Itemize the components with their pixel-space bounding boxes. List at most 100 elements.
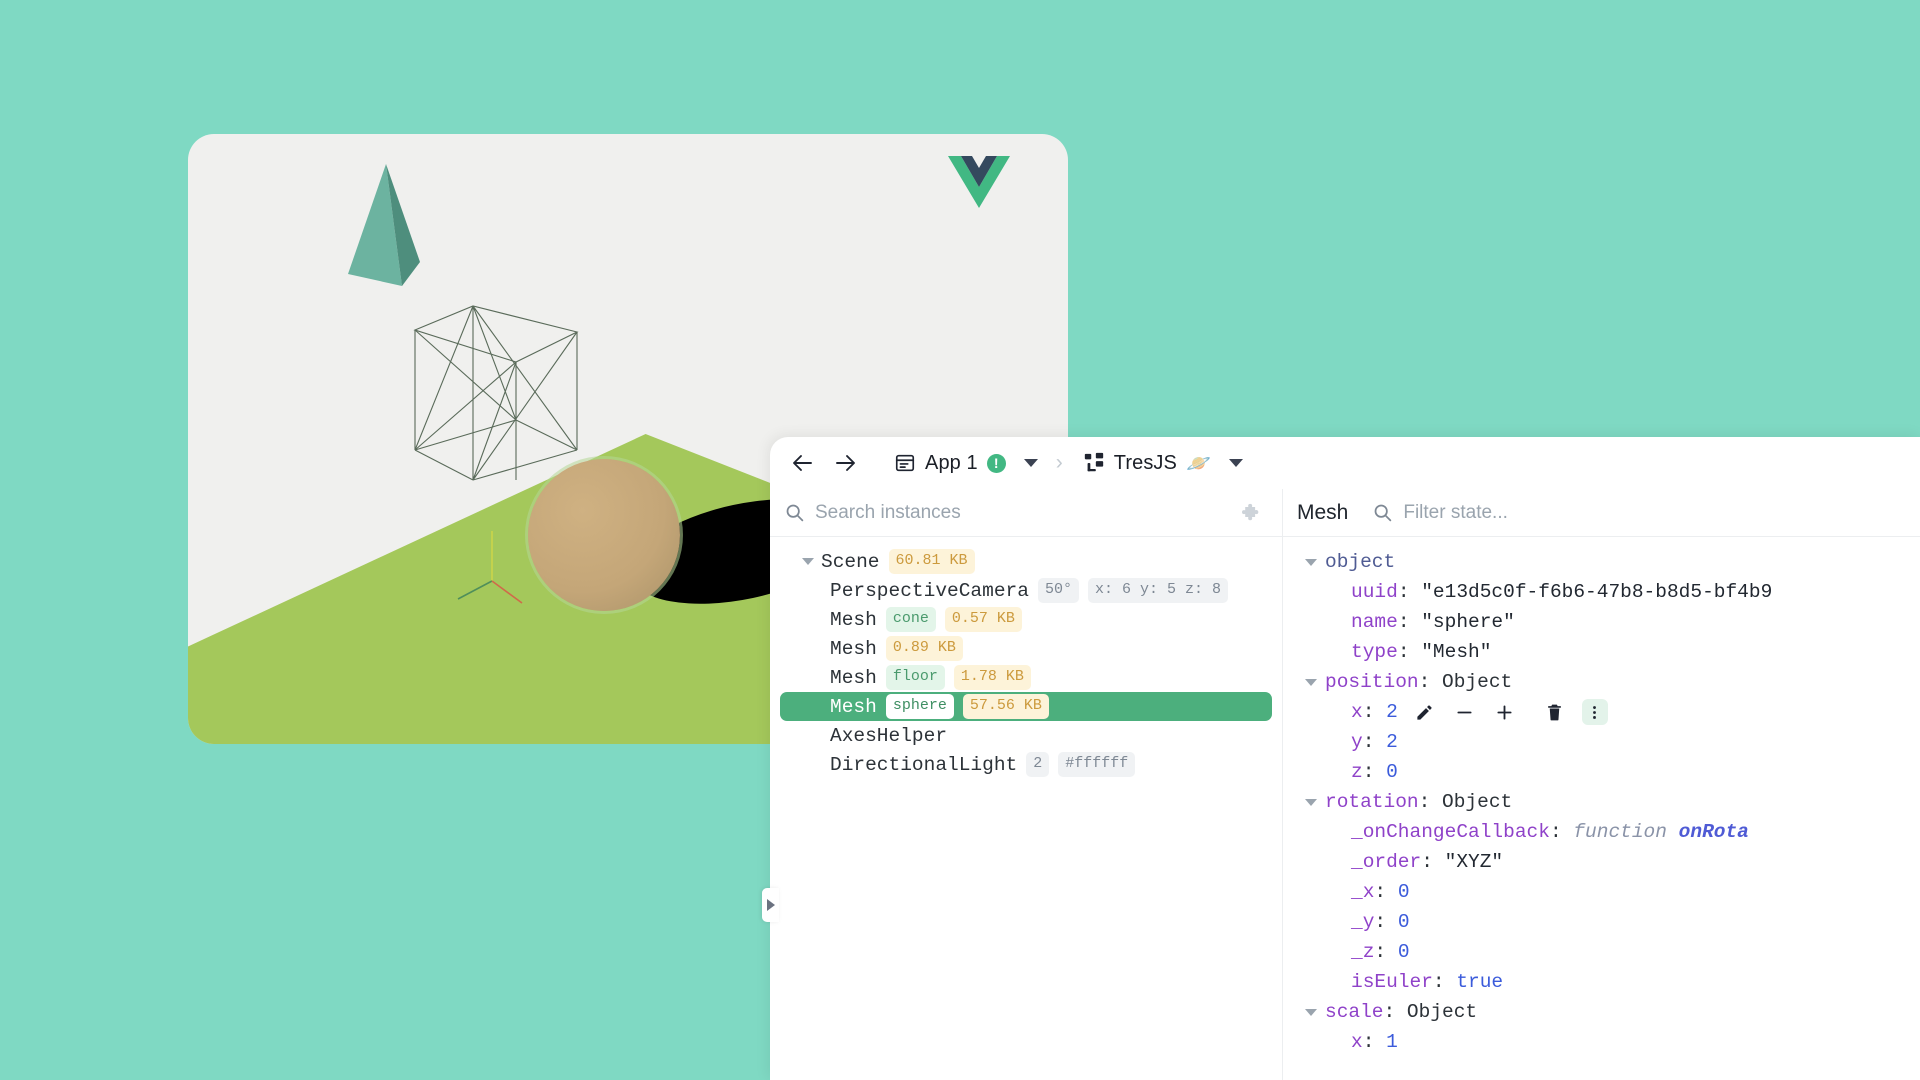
state-colon: : — [1362, 731, 1387, 753]
state-row-uuid: uuid: "e13d5c0f-f6b6-47b8-b8d5-bf4b9 — [1283, 577, 1920, 607]
state-colon: : — [1397, 581, 1422, 603]
state-value: Object — [1406, 1001, 1478, 1023]
state-key: type — [1351, 641, 1398, 663]
tree-node-label: Mesh — [830, 666, 877, 689]
state-key: isEuler — [1351, 971, 1433, 993]
component-tree-icon — [1084, 452, 1103, 472]
state-inspector-panel: Mesh object uuid: "e13d5c0f-f6b6-47b8-b8d… — [1283, 489, 1920, 1080]
search-instances-input[interactable] — [815, 501, 1226, 524]
tree-node-mesh[interactable]: Mesh sphere 57.56 KB — [780, 692, 1272, 721]
instance-search-row — [770, 489, 1282, 537]
cube-wireframe-svg — [413, 305, 579, 481]
tree-node-tag-plain: x: 6 y: 5 z: 8 — [1087, 578, 1228, 603]
state-twisty-icon[interactable] — [1305, 558, 1317, 566]
instance-tree-body[interactable]: Scene 60.81 KB PerspectiveCamera 50° x: 6 y:… — [770, 537, 1282, 1080]
state-colon: : — [1374, 911, 1398, 933]
arrow-right-icon — [836, 455, 855, 471]
plugin-settings-button[interactable] — [1236, 497, 1268, 529]
state-row-rotation: rotation: Object — [1283, 787, 1920, 817]
more-options-icon[interactable] — [1581, 699, 1608, 725]
state-row-z: z: 0 — [1283, 757, 1920, 787]
filter-state-input[interactable] — [1403, 501, 1906, 524]
filter-search-icon — [1374, 504, 1392, 522]
state-twisty-icon[interactable] — [1305, 678, 1317, 686]
arrow-left-icon — [793, 455, 812, 471]
state-colon: : — [1397, 611, 1422, 633]
app-label: App 1 — [925, 451, 978, 474]
tree-node-label: Mesh — [830, 608, 877, 631]
state-row-y: y: 2 — [1283, 727, 1920, 757]
state-colon: : — [1374, 881, 1398, 903]
delete-icon[interactable] — [1542, 699, 1568, 725]
breadcrumb-plugin[interactable]: TresJS 🪐 — [1075, 446, 1219, 481]
tree-node-tag-name: sphere — [885, 694, 954, 719]
tree-node-label: Scene — [821, 550, 880, 573]
edit-icon[interactable] — [1412, 699, 1438, 725]
cone-mesh — [338, 162, 458, 302]
tree-node-scene[interactable]: Scene 60.81 KB — [780, 547, 1272, 576]
state-key: name — [1351, 611, 1398, 633]
tree-node-perspectivecamera[interactable]: PerspectiveCamera 50° x: 6 y: 5 z: 8 — [780, 576, 1272, 605]
state-row-x: x: 1 — [1283, 1027, 1920, 1057]
app-window-icon — [895, 454, 915, 472]
tree-node-axeshelper[interactable]: AxesHelper — [780, 721, 1272, 750]
tree-node-label: Mesh — [830, 637, 877, 660]
app-dropdown-caret[interactable] — [1023, 459, 1038, 467]
state-row-object: object — [1283, 547, 1920, 577]
state-row-isEuler: isEuler: true — [1283, 967, 1920, 997]
state-twisty-icon[interactable] — [1305, 798, 1317, 806]
cone-mesh-svg — [348, 164, 420, 286]
state-value-function-keyword: function — [1573, 821, 1679, 843]
state-key: scale — [1325, 1001, 1384, 1023]
panels-row: Scene 60.81 KB PerspectiveCamera 50° x: 6 y:… — [770, 489, 1920, 1080]
state-colon: : — [1374, 941, 1398, 963]
state-key: _onChangeCallback — [1351, 821, 1550, 843]
increment-icon[interactable] — [1492, 699, 1518, 725]
tree-node-mesh[interactable]: Mesh floor 1.78 KB — [780, 663, 1272, 692]
state-key: _x — [1351, 881, 1375, 903]
tree-node-tag-plain: #ffffff — [1058, 752, 1136, 777]
state-colon: : — [1549, 821, 1574, 843]
state-key: x — [1351, 1031, 1363, 1053]
tree-node-label: DirectionalLight — [830, 753, 1018, 776]
tree-node-label: PerspectiveCamera — [830, 579, 1029, 602]
state-twisty-icon[interactable] — [1305, 1008, 1317, 1016]
tree-node-mesh[interactable]: Mesh cone 0.57 KB — [780, 605, 1272, 634]
state-row-actions — [1412, 699, 1608, 725]
state-row-_x: _x: 0 — [1283, 877, 1920, 907]
state-key: position — [1325, 671, 1419, 693]
state-value: true — [1456, 971, 1504, 993]
state-value: "sphere" — [1421, 611, 1515, 633]
state-colon: : — [1383, 1001, 1407, 1023]
state-key: uuid — [1351, 581, 1398, 603]
cube-wireframe-mesh — [411, 302, 581, 482]
plugin-dropdown-caret[interactable] — [1228, 459, 1243, 467]
state-colon: : — [1362, 701, 1387, 723]
state-colon: : — [1418, 791, 1443, 813]
breadcrumb-app[interactable]: App 1 ! — [886, 447, 1014, 480]
state-colon: : — [1418, 671, 1443, 693]
tree-node-tag-size: 0.89 KB — [885, 636, 963, 661]
back-button[interactable] — [784, 444, 822, 482]
tree-node-label: AxesHelper — [830, 724, 948, 747]
devtools-toolbar: App 1 ! › TresJS 🪐 — [770, 437, 1920, 489]
state-key: _z — [1351, 941, 1375, 963]
decrement-icon[interactable] — [1452, 699, 1478, 725]
tree-node-directionallight[interactable]: DirectionalLight 2 #ffffff — [780, 750, 1272, 779]
plugin-emoji-icon: 🪐 — [1185, 452, 1211, 475]
state-colon: : — [1362, 761, 1387, 783]
forward-button[interactable] — [826, 444, 864, 482]
state-row-_order: _order: "XYZ" — [1283, 847, 1920, 877]
tree-node-mesh[interactable]: Mesh 0.89 KB — [780, 634, 1272, 663]
state-key: x — [1351, 701, 1363, 723]
tree-node-tag-size: 60.81 KB — [888, 549, 975, 574]
panel-collapse-handle[interactable] — [762, 888, 779, 922]
instance-tree-panel: Scene 60.81 KB PerspectiveCamera 50° x: 6 y:… — [770, 489, 1283, 1080]
state-colon: : — [1397, 641, 1422, 663]
state-tree-body[interactable]: object uuid: "e13d5c0f-f6b6-47b8-b8d5-bf4… — [1283, 537, 1920, 1080]
state-row-_y: _y: 0 — [1283, 907, 1920, 937]
state-row-position: position: Object — [1283, 667, 1920, 697]
state-key: rotation — [1325, 791, 1419, 813]
tree-node-tag-size: 0.57 KB — [944, 607, 1022, 632]
tree-twisty-icon[interactable] — [802, 558, 814, 565]
